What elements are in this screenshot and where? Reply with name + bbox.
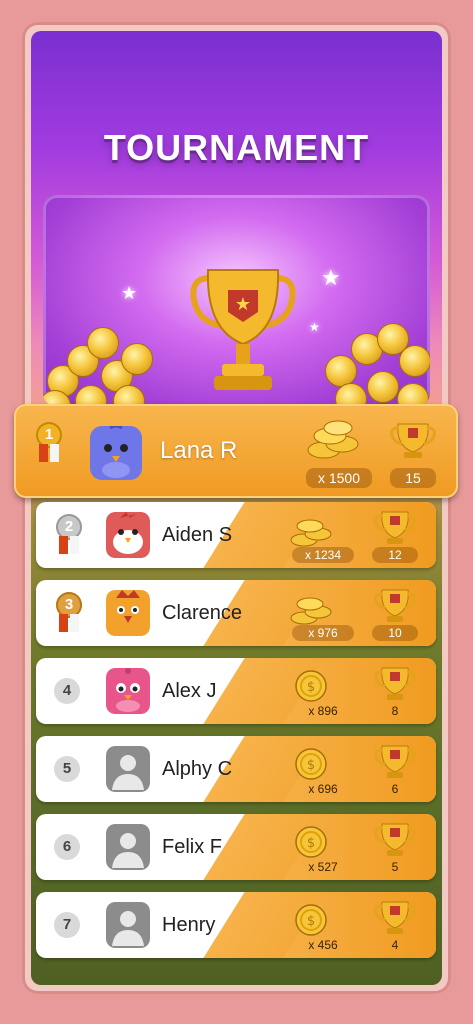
leaderboard-row[interactable]: 2 Aiden S x 1234 12: [36, 502, 436, 568]
rank-number: 7: [54, 912, 80, 938]
svg-text:$: $: [307, 836, 315, 851]
coin-stack-icon: [307, 420, 359, 459]
coin-pile-right: [315, 305, 430, 407]
player-name: Aiden S: [162, 524, 233, 546]
svg-text:$: $: [307, 914, 315, 929]
trophy-count-icon: [390, 423, 436, 458]
trophy-count: 10: [372, 625, 418, 641]
coin-icon: $: [295, 748, 327, 780]
coin-stack-icon: [290, 597, 332, 625]
default-avatar: [106, 746, 150, 792]
sparkle-icon: ★: [121, 283, 138, 303]
player-name: Henry: [162, 914, 216, 936]
trophy-count-icon: [374, 745, 416, 778]
trophy-count-icon: [374, 901, 416, 934]
leaderboard-row[interactable]: 5 Alphy C $ x 696 6: [36, 736, 436, 802]
coin-count: x 696: [308, 782, 338, 796]
red-bird-avatar: [106, 512, 150, 558]
trophy-count: 4: [391, 938, 399, 952]
purple-bird-avatar: [90, 426, 142, 480]
trophy-count-icon: [374, 667, 416, 700]
player-name: Clarence: [162, 602, 243, 624]
pink-bird-avatar: [106, 668, 150, 714]
leaderboard-row-first[interactable]: 1 Lana R x 1500 15: [14, 404, 458, 498]
leaderboard-row[interactable]: 7 Henry $ x 456 4: [36, 892, 436, 958]
trophy-banner: ★ ★ ★ ★: [43, 195, 430, 407]
player-name: Lana R: [160, 437, 238, 464]
trophy-count: 12: [372, 547, 418, 563]
default-avatar: [106, 824, 150, 870]
coin-count: x 456: [308, 938, 338, 952]
trophy-count: 6: [391, 782, 399, 796]
trophy-count-icon: [374, 511, 416, 544]
leaderboard-row[interactable]: 6 Felix F $ x 527 5: [36, 814, 436, 880]
svg-text:$: $: [307, 758, 315, 773]
silver-medal-icon: 2: [52, 514, 86, 558]
coin-stack-icon: [290, 519, 332, 547]
leaderboard-row[interactable]: 3 Clarence x 976 10: [36, 580, 436, 646]
coin-icon: $: [295, 826, 327, 858]
coin-icon: $: [295, 904, 327, 936]
leaderboard-row[interactable]: 4 Alex J $ x 896 8: [36, 658, 436, 724]
trophy-count-icon: [374, 589, 416, 622]
coin-count: x 527: [308, 860, 338, 874]
trophy-count: 5: [391, 860, 399, 874]
coin-pile-left: [43, 305, 159, 407]
trophy-count: 8: [391, 704, 399, 718]
rank-number: 4: [54, 678, 80, 704]
coin-count: x 1500: [306, 468, 372, 488]
orange-bird-avatar: [106, 590, 150, 636]
trophy-count-icon: [374, 823, 416, 856]
rank-number: 5: [54, 756, 80, 782]
svg-text:$: $: [307, 680, 315, 695]
player-name: Felix F: [162, 836, 222, 858]
default-avatar: [106, 902, 150, 948]
rank-number: 6: [54, 834, 80, 860]
trophy-icon: ★: [190, 269, 296, 390]
coin-count: x 976: [292, 625, 354, 641]
sparkle-icon: ★: [321, 265, 341, 290]
page-title: TOURNAMENT: [103, 127, 370, 168]
trophy-count: 15: [390, 468, 436, 488]
gold-medal-icon: 1: [32, 422, 66, 466]
player-name: Alex J: [162, 680, 217, 702]
bronze-medal-icon: 3: [52, 592, 86, 636]
coin-count: x 1234: [292, 547, 354, 563]
coin-count: x 896: [308, 704, 338, 718]
coin-icon: $: [295, 670, 327, 702]
player-name: Alphy C: [162, 758, 233, 780]
svg-text:★: ★: [235, 294, 251, 315]
